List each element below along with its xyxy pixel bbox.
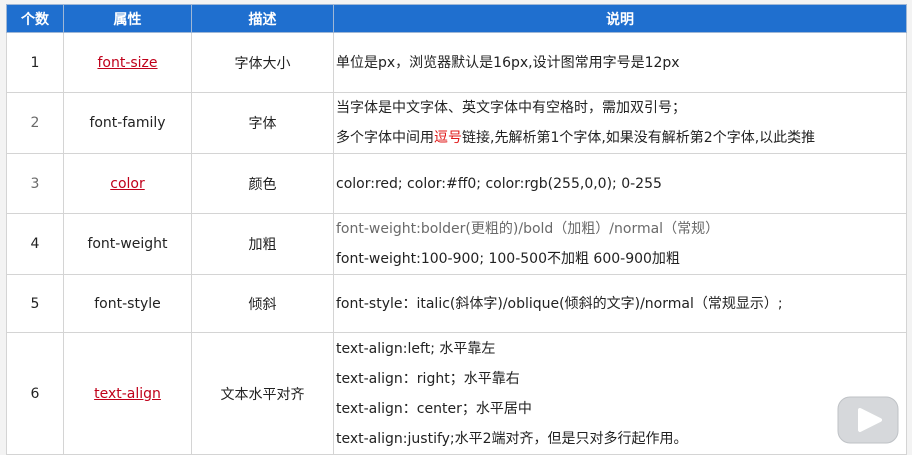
table-row: 1 font-size 字体大小 单位是px，浏览器默认是16px,设计图常用字… [6, 32, 907, 93]
explanation-text: 链接,先解析第1个字体,如果没有解析第2个字体,以此类推 [462, 130, 816, 146]
property-link[interactable]: text-align [94, 386, 161, 402]
description-cell: 加粗 [191, 213, 334, 275]
page: 个数 属性 描述 说明 1 font-size 字体大小 单位是px，浏览器默认… [0, 0, 912, 455]
table-row: 6 text-align 文本水平对齐 text-align:left; 水平靠… [6, 332, 907, 455]
description-cell: 颜色 [191, 153, 334, 214]
css-properties-table: 个数 属性 描述 说明 1 font-size 字体大小 单位是px，浏览器默认… [6, 4, 907, 455]
table-row: 3 color 颜色 color:red; color:#ff0; color:… [6, 153, 907, 214]
row-number: 5 [6, 274, 64, 333]
explanation-line: 单位是px，浏览器默认是16px,设计图常用字号是12px [336, 54, 680, 71]
explanation-line: text-align:left; 水平靠左 [336, 340, 496, 357]
explanation-line: font-weight:bolder(更粗的)/bold（加粗）/normal（… [336, 221, 720, 237]
explanation-text: 多个字体中间用 [336, 130, 434, 146]
description-cell: 文本水平对齐 [191, 332, 334, 455]
property-link[interactable]: color [110, 176, 144, 192]
property-cell: font-size [63, 32, 192, 93]
explanation-line: 多个字体中间用逗号链接,先解析第1个字体,如果没有解析第2个字体,以此类推 [336, 123, 906, 153]
row-number: 3 [6, 153, 64, 214]
table-row: 2 font-family 字体 当字体是中文字体、英文字体中有空格时，需加双引… [6, 92, 907, 154]
explanation-line: 当字体是中文字体、英文字体中有空格时，需加双引号； [336, 100, 686, 116]
table-header-row: 个数 属性 描述 说明 [6, 4, 907, 33]
description-cell: 字体大小 [191, 32, 334, 93]
explanation-cell: text-align:left; 水平靠左 text-align：right；水… [333, 332, 907, 455]
property-cell: font-family [63, 92, 192, 154]
row-number: 2 [6, 92, 64, 154]
explanation-cell: font-weight:bolder(更粗的)/bold（加粗）/normal（… [333, 213, 907, 275]
row-number: 6 [6, 332, 64, 455]
property-cell: font-weight [63, 213, 192, 275]
explanation-cell: 单位是px，浏览器默认是16px,设计图常用字号是12px [333, 32, 907, 93]
row-number: 1 [6, 32, 64, 93]
explanation-line: color:red; color:#ff0; color:rgb(255,0,0… [336, 175, 662, 192]
explanation-cell: color:red; color:#ff0; color:rgb(255,0,0… [333, 153, 907, 214]
property-cell: text-align [63, 332, 192, 455]
table-row: 4 font-weight 加粗 font-weight:bolder(更粗的)… [6, 213, 907, 275]
row-number: 4 [6, 213, 64, 275]
explanation-line: text-align：right；水平靠右 [336, 370, 520, 387]
explanation-line: font-style：italic(斜体字)/oblique(倾斜的文字)/no… [336, 295, 783, 312]
property-cell: font-style [63, 274, 192, 333]
explanation-line: text-align：center；水平居中 [336, 400, 532, 417]
description-cell: 倾斜 [191, 274, 334, 333]
explanation-line: font-weight:100-900; 100-500不加粗 600-900加… [336, 251, 680, 267]
explanation-line: text-align:justify;水平2端对齐，但是只对多行起作用。 [336, 430, 688, 447]
highlight-text: 逗号 [434, 130, 462, 146]
explanation-cell: font-style：italic(斜体字)/oblique(倾斜的文字)/no… [333, 274, 907, 333]
property-link[interactable]: font-size [97, 55, 157, 71]
play-button-icon[interactable] [832, 395, 904, 445]
description-cell: 字体 [191, 92, 334, 154]
header-explanation: 说明 [333, 4, 907, 33]
property-cell: color [63, 153, 192, 214]
header-count: 个数 [6, 4, 64, 33]
header-attribute: 属性 [63, 4, 192, 33]
table-row: 5 font-style 倾斜 font-style：italic(斜体字)/o… [6, 274, 907, 333]
header-description: 描述 [191, 4, 334, 33]
explanation-cell: 当字体是中文字体、英文字体中有空格时，需加双引号； 多个字体中间用逗号链接,先解… [333, 92, 907, 154]
